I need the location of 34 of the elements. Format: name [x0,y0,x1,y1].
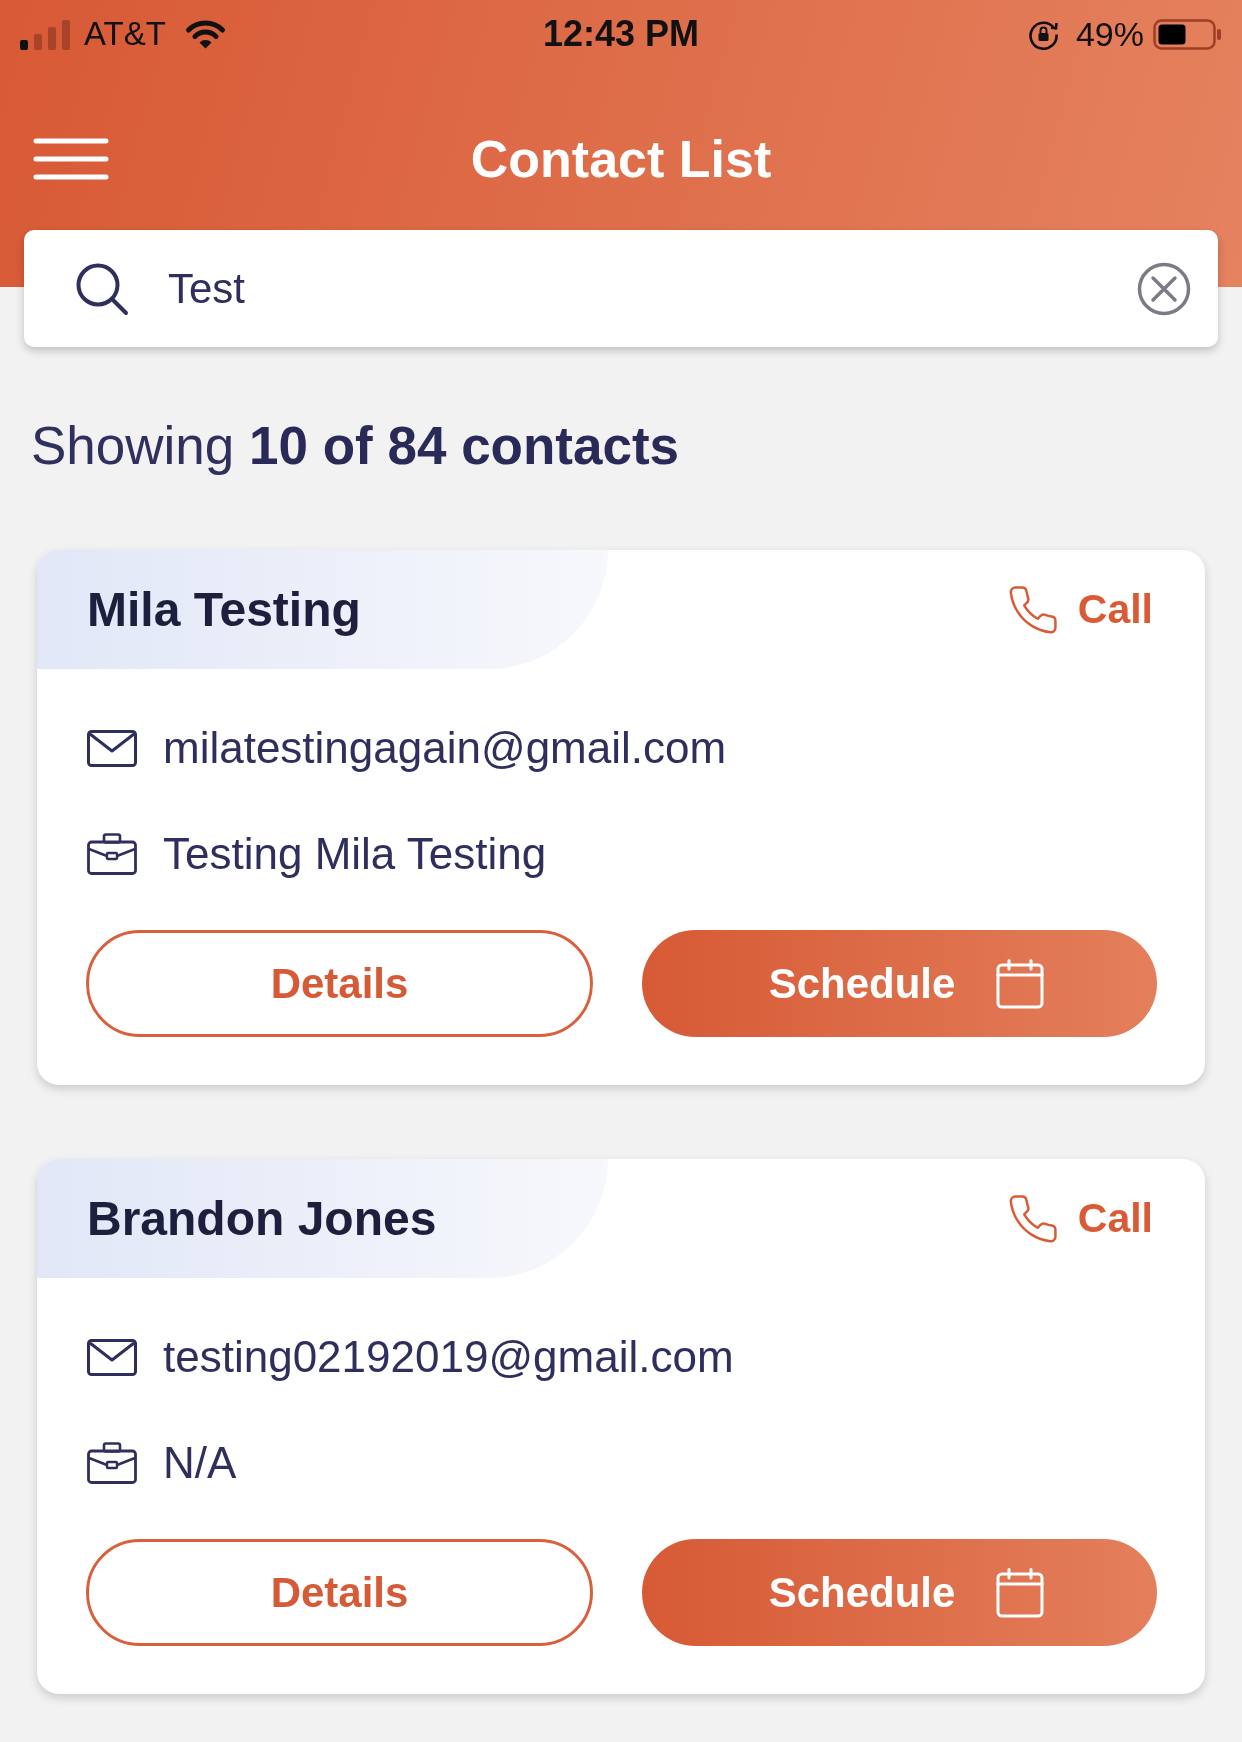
email-text: milatestingagain@gmail.com [163,723,727,773]
search-field[interactable]: Test [24,230,1218,347]
call-button[interactable]: Call [1008,1194,1153,1243]
details-button[interactable]: Details [86,1539,593,1646]
status-time: 12:43 PM [542,13,700,55]
briefcase-icon [87,833,137,875]
calendar-icon [996,1567,1045,1618]
briefcase-icon [87,1442,137,1484]
phone-icon [1008,585,1057,634]
rotation-lock-icon [1027,18,1059,50]
contact-name: Brandon Jones [87,1191,437,1246]
envelope-icon [87,729,137,767]
schedule-button[interactable]: Schedule [642,1539,1157,1646]
details-button[interactable]: Details [86,930,593,1037]
signal-icon [20,18,71,50]
company-text: Testing Mila Testing [163,829,547,879]
battery-icon [1153,18,1222,50]
contact-name: Mila Testing [87,582,361,637]
battery-percent: 49% [1075,14,1144,54]
envelope-icon [87,1338,137,1376]
search-input[interactable]: Test [168,260,1117,317]
schedule-button[interactable]: Schedule [642,930,1157,1037]
call-button[interactable]: Call [1008,585,1153,634]
menu-icon[interactable] [33,138,109,180]
company-text: N/A [163,1438,237,1488]
phone-icon [1008,1194,1057,1243]
carrier-name: AT&T [84,15,166,53]
calendar-icon [996,958,1045,1009]
search-icon [75,261,129,316]
email-text: testing02192019@gmail.com [163,1332,734,1382]
clear-icon[interactable] [1137,261,1191,316]
screen-title: Contact List [470,129,772,189]
wifi-icon [183,18,227,50]
contact-count-text: Showing 10 of 84 contacts [31,416,680,476]
